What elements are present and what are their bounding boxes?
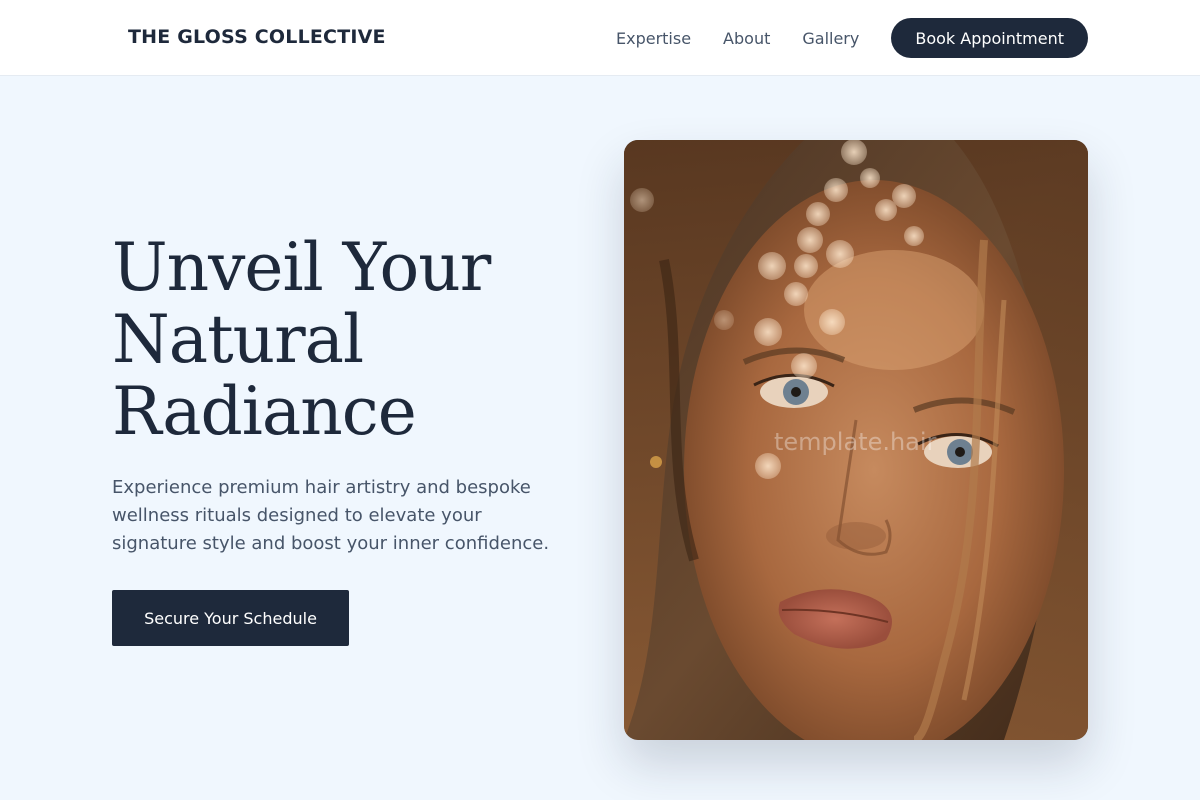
site-logo[interactable]: THE GLOSS COLLECTIVE xyxy=(128,26,386,48)
nav-link-gallery[interactable]: Gallery xyxy=(802,29,859,48)
hero-title: Unveil Your Natural Radiance xyxy=(112,232,572,448)
hero-portrait-image: template.hair xyxy=(624,140,1088,740)
nav-link-about[interactable]: About xyxy=(723,29,770,48)
hero-title-line: Unveil Your xyxy=(112,229,491,306)
photo-watermark: template.hair xyxy=(774,428,937,456)
secure-schedule-button[interactable]: Secure Your Schedule xyxy=(112,590,349,646)
hero-description: Experience premium hair artistry and bes… xyxy=(112,477,550,554)
hero-title-line: Natural xyxy=(112,301,364,378)
nav-link-expertise[interactable]: Expertise xyxy=(616,29,691,48)
site-header: THE GLOSS COLLECTIVE Expertise About Gal… xyxy=(0,0,1200,76)
hero-title-line: Radiance xyxy=(112,373,417,450)
book-appointment-button[interactable]: Book Appointment xyxy=(891,18,1088,58)
main-nav: Expertise About Gallery Book Appointment xyxy=(616,18,1088,58)
